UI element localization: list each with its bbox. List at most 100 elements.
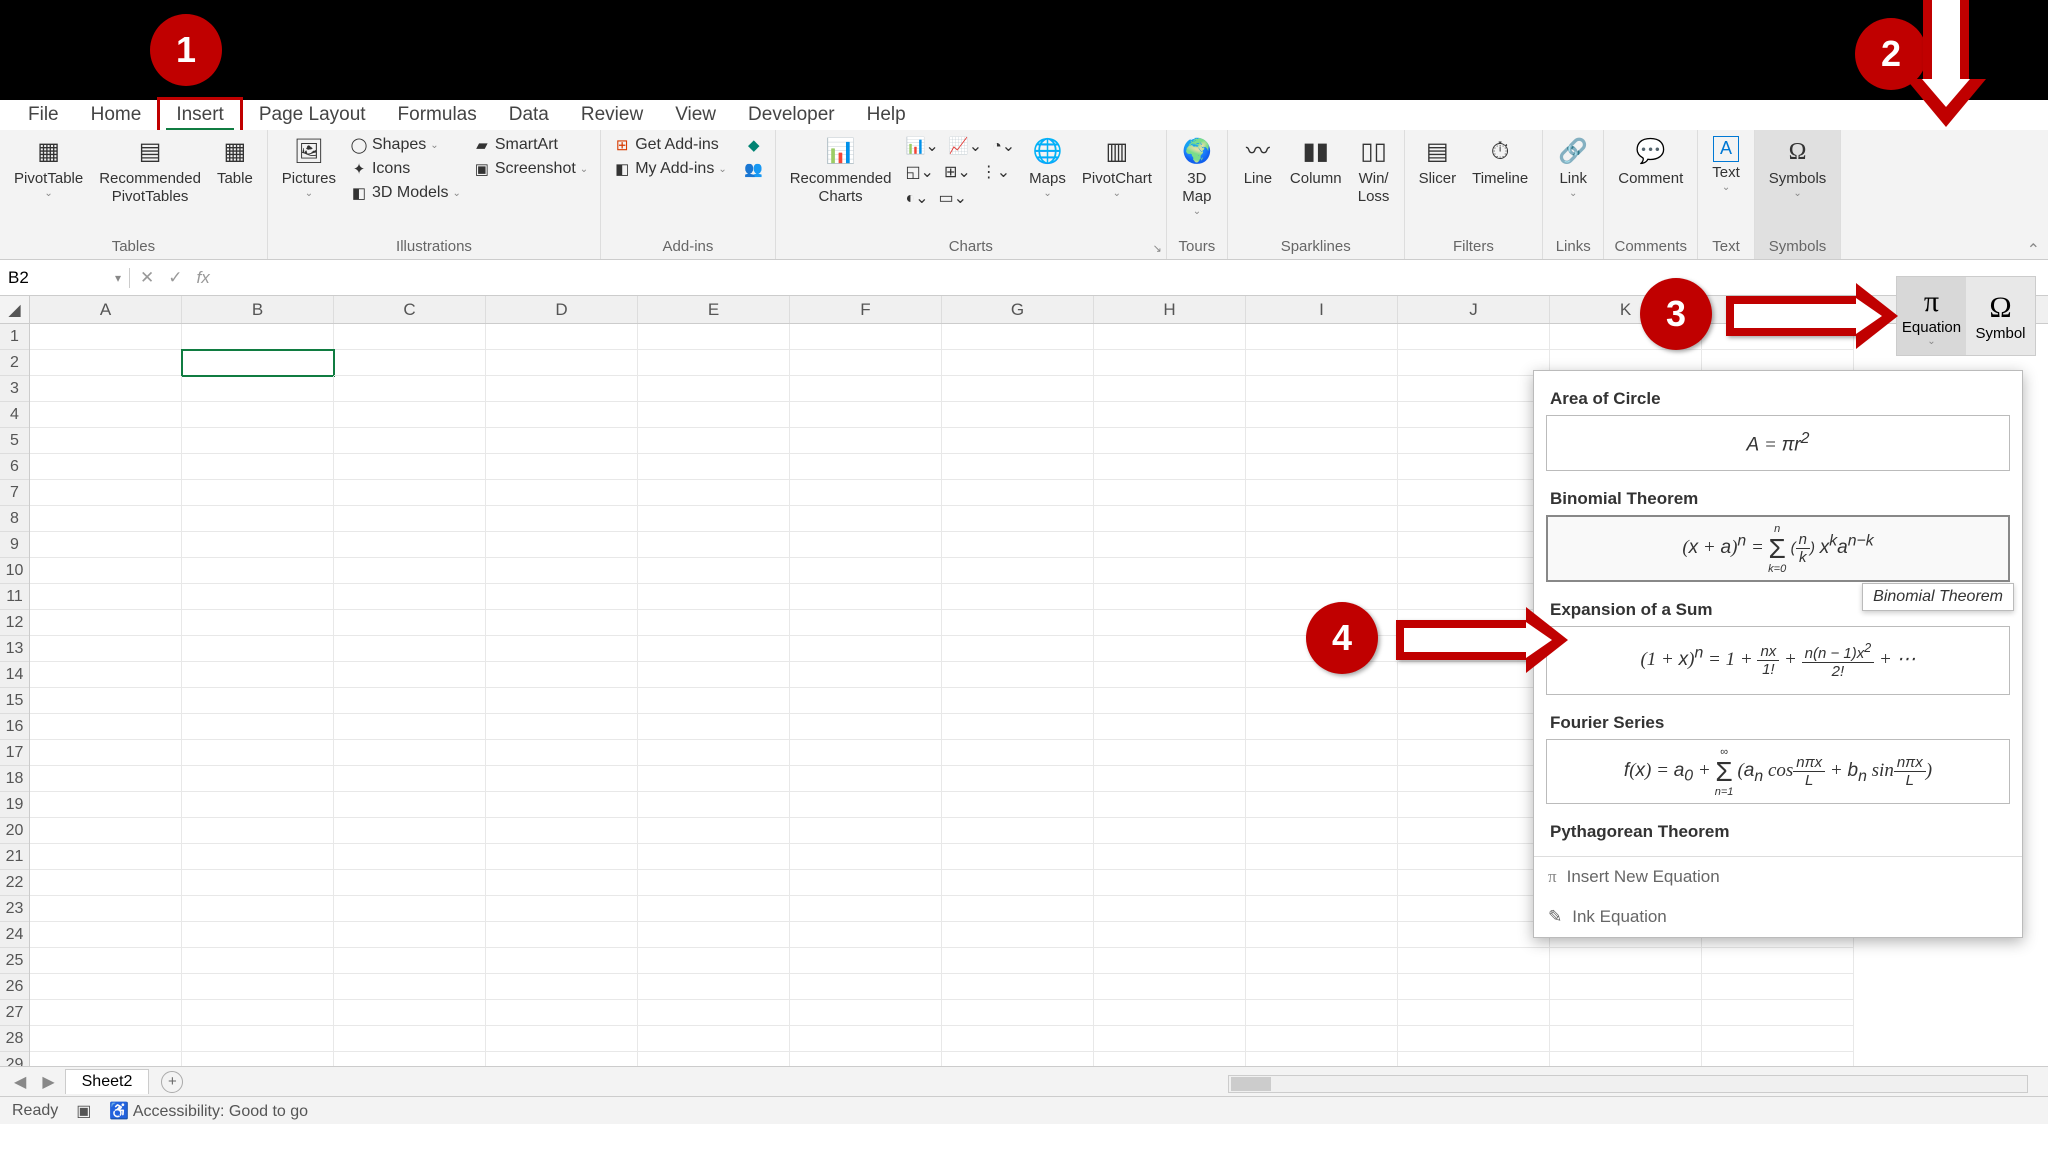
column-header[interactable]: A xyxy=(30,296,182,323)
cell[interactable] xyxy=(1702,1026,1854,1052)
cell[interactable] xyxy=(334,532,486,558)
row-header[interactable]: 6 xyxy=(0,454,29,480)
cell[interactable] xyxy=(1398,740,1550,766)
cell[interactable] xyxy=(1398,376,1550,402)
cell[interactable] xyxy=(30,324,182,350)
cell[interactable] xyxy=(182,350,334,376)
cell[interactable] xyxy=(182,480,334,506)
name-box[interactable]: B2 ▾ xyxy=(0,268,130,288)
eq-fourier-series[interactable]: f(x) = a0 + Σ∞n=1 (an cosnπxL + bn sinnπ… xyxy=(1546,739,2010,804)
cell[interactable] xyxy=(638,844,790,870)
cell[interactable] xyxy=(1246,454,1398,480)
cell[interactable] xyxy=(334,324,486,350)
cell[interactable] xyxy=(1398,506,1550,532)
cell[interactable] xyxy=(1094,844,1246,870)
cell[interactable] xyxy=(1094,402,1246,428)
cell[interactable] xyxy=(942,324,1094,350)
spark-column-button[interactable]: ▮▮Column xyxy=(1284,134,1348,190)
cell[interactable] xyxy=(1094,1000,1246,1026)
column-header[interactable]: H xyxy=(1094,296,1246,323)
cell[interactable] xyxy=(334,818,486,844)
fx-icon[interactable]: fx xyxy=(197,268,210,288)
cell[interactable] xyxy=(30,818,182,844)
shapes-button[interactable]: ◯Shapes ⌄ xyxy=(346,134,465,156)
cell[interactable] xyxy=(486,662,638,688)
cell[interactable] xyxy=(1398,428,1550,454)
cell[interactable] xyxy=(1246,896,1398,922)
cell[interactable] xyxy=(30,662,182,688)
cell[interactable] xyxy=(638,584,790,610)
column-header[interactable]: G xyxy=(942,296,1094,323)
cell[interactable] xyxy=(486,818,638,844)
cell[interactable] xyxy=(942,376,1094,402)
cell[interactable] xyxy=(182,506,334,532)
smartart-button[interactable]: ▰SmartArt xyxy=(469,134,592,156)
cell[interactable] xyxy=(334,948,486,974)
cell[interactable] xyxy=(790,948,942,974)
cell[interactable] xyxy=(1398,324,1550,350)
cell[interactable] xyxy=(30,948,182,974)
cell[interactable] xyxy=(182,324,334,350)
cell[interactable] xyxy=(1094,428,1246,454)
cell[interactable] xyxy=(1246,324,1398,350)
cell[interactable] xyxy=(942,506,1094,532)
cell[interactable] xyxy=(1246,402,1398,428)
cell[interactable] xyxy=(638,922,790,948)
cell[interactable] xyxy=(334,376,486,402)
cell[interactable] xyxy=(1246,376,1398,402)
cell[interactable] xyxy=(638,1026,790,1052)
cell[interactable] xyxy=(1398,1052,1550,1066)
cell[interactable] xyxy=(1246,1052,1398,1066)
cell[interactable] xyxy=(1094,584,1246,610)
cell[interactable] xyxy=(30,506,182,532)
cell[interactable] xyxy=(182,870,334,896)
cell[interactable] xyxy=(1398,766,1550,792)
screenshot-button[interactable]: ▣Screenshot ⌄ xyxy=(469,158,592,180)
cell[interactable] xyxy=(638,610,790,636)
sheet-tab[interactable]: Sheet2 xyxy=(65,1069,150,1094)
cell[interactable] xyxy=(790,636,942,662)
cell[interactable] xyxy=(1246,558,1398,584)
cell[interactable] xyxy=(1550,1000,1702,1026)
cell[interactable] xyxy=(30,532,182,558)
pivotchart-button[interactable]: ▥PivotChart⌄ xyxy=(1076,134,1158,202)
cell[interactable] xyxy=(638,662,790,688)
cell[interactable] xyxy=(1398,402,1550,428)
cell[interactable] xyxy=(1398,870,1550,896)
cell[interactable] xyxy=(942,558,1094,584)
cell[interactable] xyxy=(1398,922,1550,948)
cell[interactable] xyxy=(334,610,486,636)
cell[interactable] xyxy=(486,740,638,766)
cell[interactable] xyxy=(486,558,638,584)
cell[interactable] xyxy=(942,350,1094,376)
namebox-dropdown-icon[interactable]: ▾ xyxy=(115,271,121,285)
cell[interactable] xyxy=(182,1000,334,1026)
cell[interactable] xyxy=(1398,1000,1550,1026)
row-header[interactable]: 20 xyxy=(0,818,29,844)
cell[interactable] xyxy=(30,1000,182,1026)
3dmodels-button[interactable]: ◧3D Models ⌄ xyxy=(346,182,465,204)
cancel-icon[interactable]: ✕ xyxy=(140,268,154,288)
cell[interactable] xyxy=(1398,350,1550,376)
cell[interactable] xyxy=(1398,454,1550,480)
cell[interactable] xyxy=(942,922,1094,948)
cell[interactable] xyxy=(1094,714,1246,740)
cell[interactable] xyxy=(486,714,638,740)
column-header[interactable]: F xyxy=(790,296,942,323)
cell[interactable] xyxy=(486,1000,638,1026)
enter-icon[interactable]: ✓ xyxy=(168,268,182,288)
cell[interactable] xyxy=(790,714,942,740)
cell[interactable] xyxy=(486,870,638,896)
cell[interactable] xyxy=(1398,792,1550,818)
cell[interactable] xyxy=(486,506,638,532)
cell[interactable] xyxy=(30,350,182,376)
cell[interactable] xyxy=(1246,844,1398,870)
3dmap-button[interactable]: 🌍3D Map⌄ xyxy=(1175,134,1219,220)
cell[interactable] xyxy=(638,688,790,714)
cell[interactable] xyxy=(1094,662,1246,688)
cell[interactable] xyxy=(1246,480,1398,506)
cell[interactable] xyxy=(1094,532,1246,558)
cell[interactable] xyxy=(182,1052,334,1066)
cell[interactable] xyxy=(790,350,942,376)
cell[interactable] xyxy=(942,1000,1094,1026)
